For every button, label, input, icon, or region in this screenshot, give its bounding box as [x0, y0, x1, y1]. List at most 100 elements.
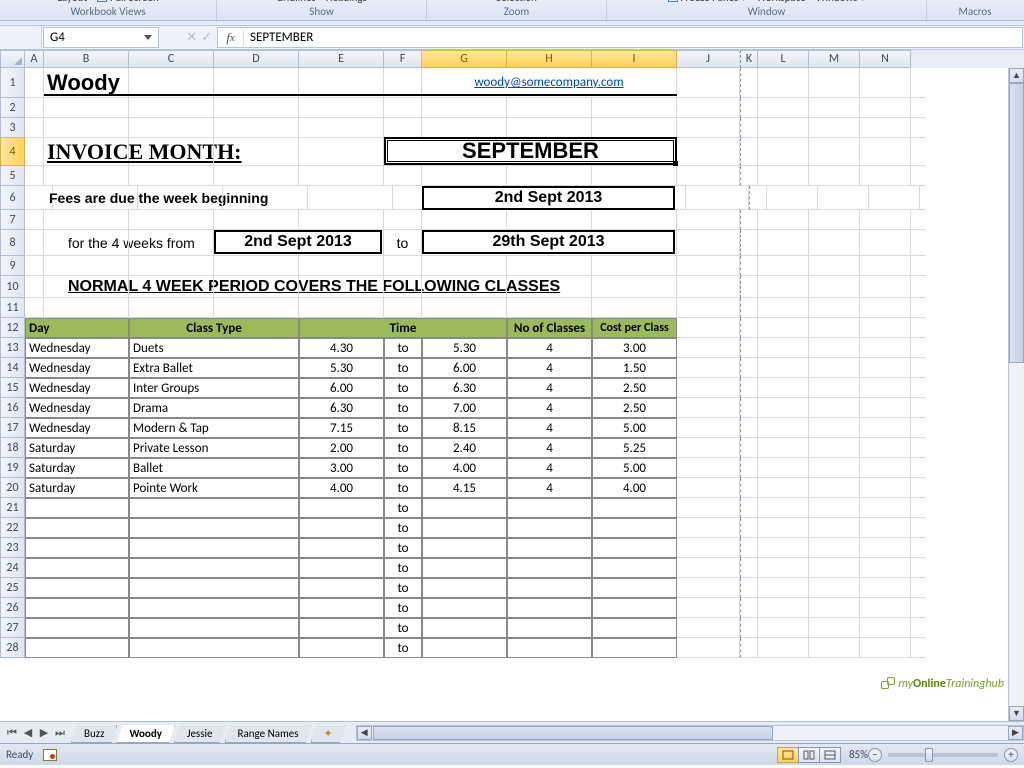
cell-L15[interactable]: [758, 378, 809, 398]
cell-N15[interactable]: [860, 378, 911, 398]
cell-L10[interactable]: [758, 276, 809, 298]
cell-I14[interactable]: 1.50: [592, 358, 677, 378]
col-header-N[interactable]: N: [860, 50, 911, 68]
cell-L9[interactable]: [758, 256, 809, 276]
cell-J23[interactable]: [677, 538, 740, 558]
cell-J11[interactable]: [677, 298, 740, 318]
cell-C24[interactable]: [129, 558, 299, 578]
cell-K20[interactable]: [740, 478, 758, 498]
cell-F3[interactable]: [384, 118, 422, 138]
cell-M10[interactable]: [809, 276, 860, 298]
cell-B11[interactable]: [44, 298, 129, 318]
cell-L5[interactable]: [758, 166, 809, 186]
cell-B4[interactable]: INVOICE MONTH:: [44, 138, 129, 166]
cell-A13[interactable]: Wednesday: [25, 338, 129, 358]
cell-F16[interactable]: to: [384, 398, 422, 418]
cell-H7[interactable]: [507, 210, 592, 230]
cell-N10[interactable]: [860, 276, 911, 298]
cell-F13[interactable]: to: [384, 338, 422, 358]
col-header-F[interactable]: F: [384, 50, 422, 68]
horizontal-scrollbar[interactable]: ◀ ▶: [356, 725, 1024, 741]
cell-E14[interactable]: 5.30: [299, 358, 384, 378]
row-header-7[interactable]: 7: [0, 210, 25, 230]
cell-C16[interactable]: Drama: [129, 398, 299, 418]
cell-A16[interactable]: Wednesday: [25, 398, 129, 418]
cell-K15[interactable]: [740, 378, 758, 398]
cell-N13[interactable]: [860, 338, 911, 358]
cell-K27[interactable]: [740, 618, 758, 638]
cell-N3[interactable]: [860, 118, 911, 138]
sheet-tab-jessie[interactable]: Jessie: [174, 725, 226, 743]
zoom-slider-thumb[interactable]: [925, 748, 933, 762]
cell-E5[interactable]: [299, 166, 384, 186]
cell-A17[interactable]: Wednesday: [25, 418, 129, 438]
cell-N6[interactable]: [869, 186, 920, 210]
cell-E22[interactable]: [299, 518, 384, 538]
cell-F22[interactable]: to: [384, 518, 422, 538]
worksheet-grid[interactable]: 1Woodywoody@somecompany.com234INVOICE MO…: [0, 68, 1024, 721]
cell-I8[interactable]: [592, 230, 677, 256]
cell-L22[interactable]: [758, 518, 809, 538]
cell-D10[interactable]: [214, 276, 299, 298]
cell-H28[interactable]: [507, 638, 592, 658]
row-header-10[interactable]: 10: [0, 276, 25, 298]
cell-E3[interactable]: [299, 118, 384, 138]
cell-I17[interactable]: 5.00: [592, 418, 677, 438]
cell-E17[interactable]: 7.15: [299, 418, 384, 438]
cell-A14[interactable]: Wednesday: [25, 358, 129, 378]
cell-E6[interactable]: [308, 186, 393, 210]
cell-I13[interactable]: 3.00: [592, 338, 677, 358]
cell-K5[interactable]: [740, 166, 758, 186]
ribbon-item-freeze[interactable]: Freeze Panes ▾: [668, 0, 747, 4]
cell-L1[interactable]: [758, 68, 809, 98]
cell-C6[interactable]: [138, 186, 223, 210]
cell-E15[interactable]: 6.00: [299, 378, 384, 398]
cell-D2[interactable]: [214, 98, 299, 118]
cell-H10[interactable]: [507, 276, 592, 298]
row-header-17[interactable]: 17: [0, 418, 25, 438]
cell-C21[interactable]: [129, 498, 299, 518]
row-header-6[interactable]: 6: [0, 186, 25, 210]
cell-M1[interactable]: [809, 68, 860, 98]
cell-H26[interactable]: [507, 598, 592, 618]
cell-F28[interactable]: to: [384, 638, 422, 658]
zoom-level[interactable]: 85%: [849, 748, 868, 761]
cell-I6[interactable]: [601, 186, 686, 210]
cell-C9[interactable]: [129, 256, 214, 276]
cell-M8[interactable]: [809, 230, 860, 256]
zoom-in-button[interactable]: +: [1004, 748, 1018, 762]
row-header-15[interactable]: 15: [0, 378, 25, 398]
cell-I5[interactable]: [592, 166, 677, 186]
cell-J1[interactable]: [677, 68, 740, 98]
cell-G13[interactable]: 5.30: [422, 338, 507, 358]
cell-L16[interactable]: [758, 398, 809, 418]
cell-K3[interactable]: [740, 118, 758, 138]
cell-L26[interactable]: [758, 598, 809, 618]
cell-H18[interactable]: 4: [507, 438, 592, 458]
cell-D11[interactable]: [214, 298, 299, 318]
cell-L2[interactable]: [758, 98, 809, 118]
cell-K16[interactable]: [740, 398, 758, 418]
cell-I18[interactable]: 5.25: [592, 438, 677, 458]
cell-I20[interactable]: 4.00: [592, 478, 677, 498]
cell-E1[interactable]: [299, 68, 384, 98]
cell-A20[interactable]: Saturday: [25, 478, 129, 498]
cell-A28[interactable]: [25, 638, 129, 658]
cell-E7[interactable]: [299, 210, 384, 230]
cell-L23[interactable]: [758, 538, 809, 558]
cell-A18[interactable]: Saturday: [25, 438, 129, 458]
view-normal-icon[interactable]: [777, 747, 799, 763]
cell-F25[interactable]: to: [384, 578, 422, 598]
sheet-tab-range-names[interactable]: Range Names: [225, 725, 312, 743]
cell-N19[interactable]: [860, 458, 911, 478]
select-all-corner[interactable]: [0, 50, 25, 68]
row-header-13[interactable]: 13: [0, 338, 25, 358]
cell-C27[interactable]: [129, 618, 299, 638]
cell-K10[interactable]: [740, 276, 758, 298]
cell-M11[interactable]: [809, 298, 860, 318]
hscroll-thumb[interactable]: [373, 726, 773, 740]
row-header-11[interactable]: 11: [0, 298, 25, 318]
cell-B6[interactable]: [53, 186, 138, 210]
cell-H9[interactable]: [507, 256, 592, 276]
cell-L17[interactable]: [758, 418, 809, 438]
